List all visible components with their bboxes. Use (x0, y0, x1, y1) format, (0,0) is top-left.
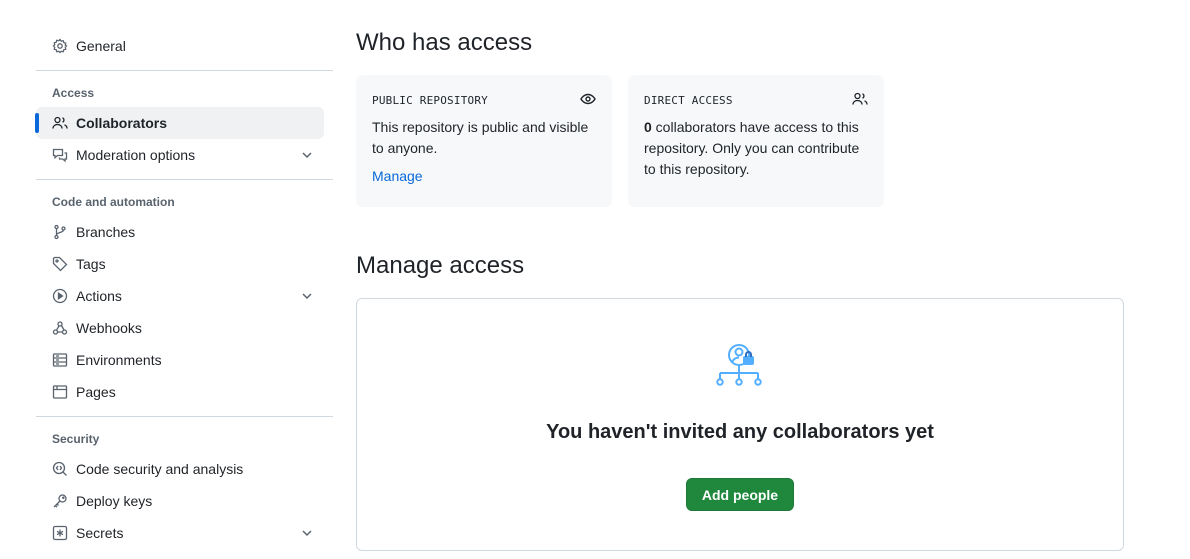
sidebar-item-code-security[interactable]: Code security and analysis (36, 453, 333, 485)
direct-access-description: collaborators have access to this reposi… (644, 119, 860, 177)
gear-icon (52, 38, 68, 54)
manage-access-box: You haven't invited any collaborators ye… (356, 298, 1124, 551)
sidebar-item-label: Branches (76, 224, 136, 240)
person-lock-network-icon (716, 344, 762, 386)
chevron-down-icon[interactable] (299, 147, 315, 163)
sidebar-item-label: Webhooks (76, 320, 142, 336)
sidebar-item-label: Collaborators (76, 115, 168, 131)
sidebar-item-label: Secrets (76, 525, 124, 541)
sidebar-item-label: Pages (76, 384, 116, 400)
sidebar-item-general[interactable]: General (36, 30, 333, 62)
sidebar-item-actions[interactable]: Actions (36, 280, 333, 312)
comment-discussion-icon (52, 147, 68, 163)
sidebar-item-pages[interactable]: Pages (36, 376, 333, 408)
sidebar-item-environments[interactable]: Environments (36, 344, 333, 376)
sidebar-item-label: Tags (76, 256, 106, 272)
people-icon (52, 115, 68, 131)
sidebar-group-code-automation-title: Code and automation (52, 195, 175, 209)
card-text: This repository is public and visible to… (372, 119, 589, 156)
direct-access-card: DIRECT ACCESS 0 collaborators have acces… (628, 75, 884, 207)
card-title: DIRECT ACCESS (644, 94, 733, 107)
sidebar-group-security-title: Security (52, 432, 100, 446)
chevron-down-icon[interactable] (299, 525, 315, 541)
sidebar-item-label: Environments (76, 352, 162, 368)
sidebar-item-moderation-options[interactable]: Moderation options (36, 139, 333, 171)
play-icon (52, 288, 68, 304)
sidebar-item-label: Moderation options (76, 147, 196, 163)
git-branch-icon (52, 224, 68, 240)
sidebar-divider (36, 179, 333, 180)
sidebar-item-secrets[interactable]: Secrets (36, 517, 333, 549)
sidebar-group-access-title: Access (52, 86, 95, 100)
collaborator-count: 0 (644, 119, 652, 135)
eye-icon (580, 93, 596, 105)
manage-link[interactable]: Manage (372, 168, 423, 184)
sidebar-item-deploy-keys[interactable]: Deploy keys (36, 485, 333, 517)
sidebar-item-collaborators[interactable]: Collaborators (35, 107, 324, 139)
sidebar-item-label: General (76, 38, 126, 54)
sidebar-item-webhooks[interactable]: Webhooks (36, 312, 333, 344)
manage-access-heading: Manage access (356, 252, 525, 279)
sidebar-item-label: Actions (76, 288, 122, 304)
browser-icon (52, 384, 68, 400)
codescan-icon (52, 461, 68, 477)
key-asterisk-icon (52, 525, 68, 541)
who-has-access-heading: Who has access (356, 29, 533, 56)
key-icon (52, 493, 68, 509)
webhook-icon (52, 320, 68, 336)
sidebar-divider (36, 70, 333, 71)
server-icon (52, 352, 68, 368)
sidebar-item-label: Code security and analysis (76, 461, 244, 477)
add-people-button[interactable]: Add people (686, 478, 794, 511)
chevron-down-icon[interactable] (299, 288, 315, 304)
tag-icon (52, 256, 68, 272)
card-title: PUBLIC REPOSITORY (372, 94, 488, 107)
sidebar-item-label: Deploy keys (76, 493, 153, 509)
sidebar-item-tags[interactable]: Tags (36, 248, 333, 280)
empty-state-title: You haven't invited any collaborators ye… (546, 421, 934, 443)
people-icon (852, 92, 868, 105)
sidebar-divider (36, 416, 333, 417)
public-repository-card: PUBLIC REPOSITORY This repository is pub… (356, 75, 612, 207)
settings-sidebar: General Access Collaborators Moderation … (35, 30, 333, 549)
card-text: 0 collaborators have access to this repo… (644, 117, 868, 180)
sidebar-item-branches[interactable]: Branches (36, 216, 333, 248)
